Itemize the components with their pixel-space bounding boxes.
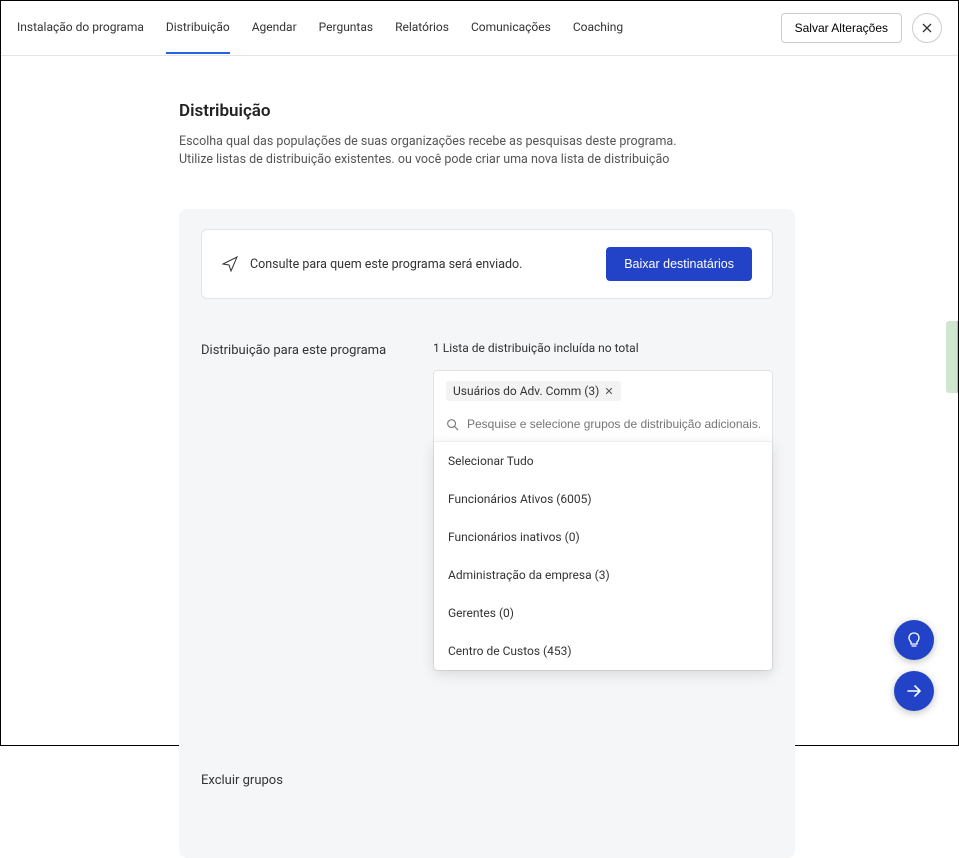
feedback-tab[interactable] xyxy=(946,321,958,393)
group-dropdown: Selecionar Tudo Funcionários Ativos (600… xyxy=(434,441,772,670)
download-recipients-button[interactable]: Baixar destinatários xyxy=(606,247,752,281)
hint-button[interactable] xyxy=(894,620,934,660)
tab-agendar[interactable]: Agendar xyxy=(252,2,297,54)
info-left: Consulte para quem este programa será en… xyxy=(222,256,606,272)
group-search-input[interactable] xyxy=(467,417,760,431)
selected-chip[interactable]: Usuários do Adv. Comm (3) ✕ xyxy=(446,381,621,401)
tab-comunicacoes[interactable]: Comunicações xyxy=(471,2,551,54)
page-title: Distribuição xyxy=(179,101,958,121)
info-text: Consulte para quem este programa será en… xyxy=(250,257,522,272)
option-select-all[interactable]: Selecionar Tudo xyxy=(434,442,772,480)
distribution-meta: 1 Lista de distribuição incluída no tota… xyxy=(433,341,773,355)
distribution-count: 1 xyxy=(433,341,440,355)
option-company-admin[interactable]: Administração da empresa (3) xyxy=(434,556,772,594)
option-inactive-employees[interactable]: Funcionários inativos (0) xyxy=(434,518,772,556)
close-icon xyxy=(921,22,933,34)
top-bar: Instalação do programa Distribuição Agen… xyxy=(1,1,958,56)
desc-line-2: Utilize listas de distribuição existente… xyxy=(179,151,699,169)
option-cost-center[interactable]: Centro de Custos (453) xyxy=(434,632,772,670)
close-button[interactable] xyxy=(912,13,942,43)
tab-coaching[interactable]: Coaching xyxy=(573,2,623,54)
next-button[interactable] xyxy=(894,671,934,711)
distribution-section: Distribuição para este programa 1 Lista … xyxy=(201,341,773,671)
tab-perguntas[interactable]: Perguntas xyxy=(319,2,373,54)
chip-remove-icon[interactable]: ✕ xyxy=(604,385,613,398)
tab-instalacao[interactable]: Instalação do programa xyxy=(17,2,144,54)
group-selector[interactable]: Usuários do Adv. Comm (3) ✕ Selecionar T… xyxy=(433,370,773,671)
search-icon xyxy=(446,418,459,431)
option-managers[interactable]: Gerentes (0) xyxy=(434,594,772,632)
exclude-label: Excluir grupos xyxy=(201,771,476,788)
search-row xyxy=(434,411,772,441)
exclude-section: Excluir grupos xyxy=(201,771,773,788)
distribution-panel: Consulte para quem este programa será en… xyxy=(179,209,795,858)
chip-label: Usuários do Adv. Comm (3) xyxy=(453,384,599,398)
lightbulb-icon xyxy=(905,631,923,649)
option-active-employees[interactable]: Funcionários Ativos (6005) xyxy=(434,480,772,518)
arrow-right-icon xyxy=(904,681,924,701)
save-button[interactable]: Salvar Alterações xyxy=(781,13,902,43)
distribution-body: 1 Lista de distribuição incluída no tota… xyxy=(433,341,773,671)
info-card: Consulte para quem este programa será en… xyxy=(201,229,773,299)
distribution-count-text: Lista de distribuição incluída no total xyxy=(443,341,639,355)
page-description: Escolha qual das populações de suas orga… xyxy=(179,133,699,169)
selected-chips: Usuários do Adv. Comm (3) ✕ xyxy=(434,371,772,411)
tab-relatorios[interactable]: Relatórios xyxy=(395,2,449,54)
content: Distribuição Escolha qual das populações… xyxy=(1,56,958,858)
exclude-body xyxy=(476,771,773,788)
desc-line-1: Escolha qual das populações de suas orga… xyxy=(179,133,699,151)
distribution-label: Distribuição para este programa xyxy=(201,341,433,671)
send-icon xyxy=(222,256,238,272)
topbar-actions: Salvar Alterações xyxy=(781,13,942,43)
tab-distribuicao[interactable]: Distribuição xyxy=(166,2,230,54)
nav-tabs: Instalação do programa Distribuição Agen… xyxy=(17,2,781,54)
